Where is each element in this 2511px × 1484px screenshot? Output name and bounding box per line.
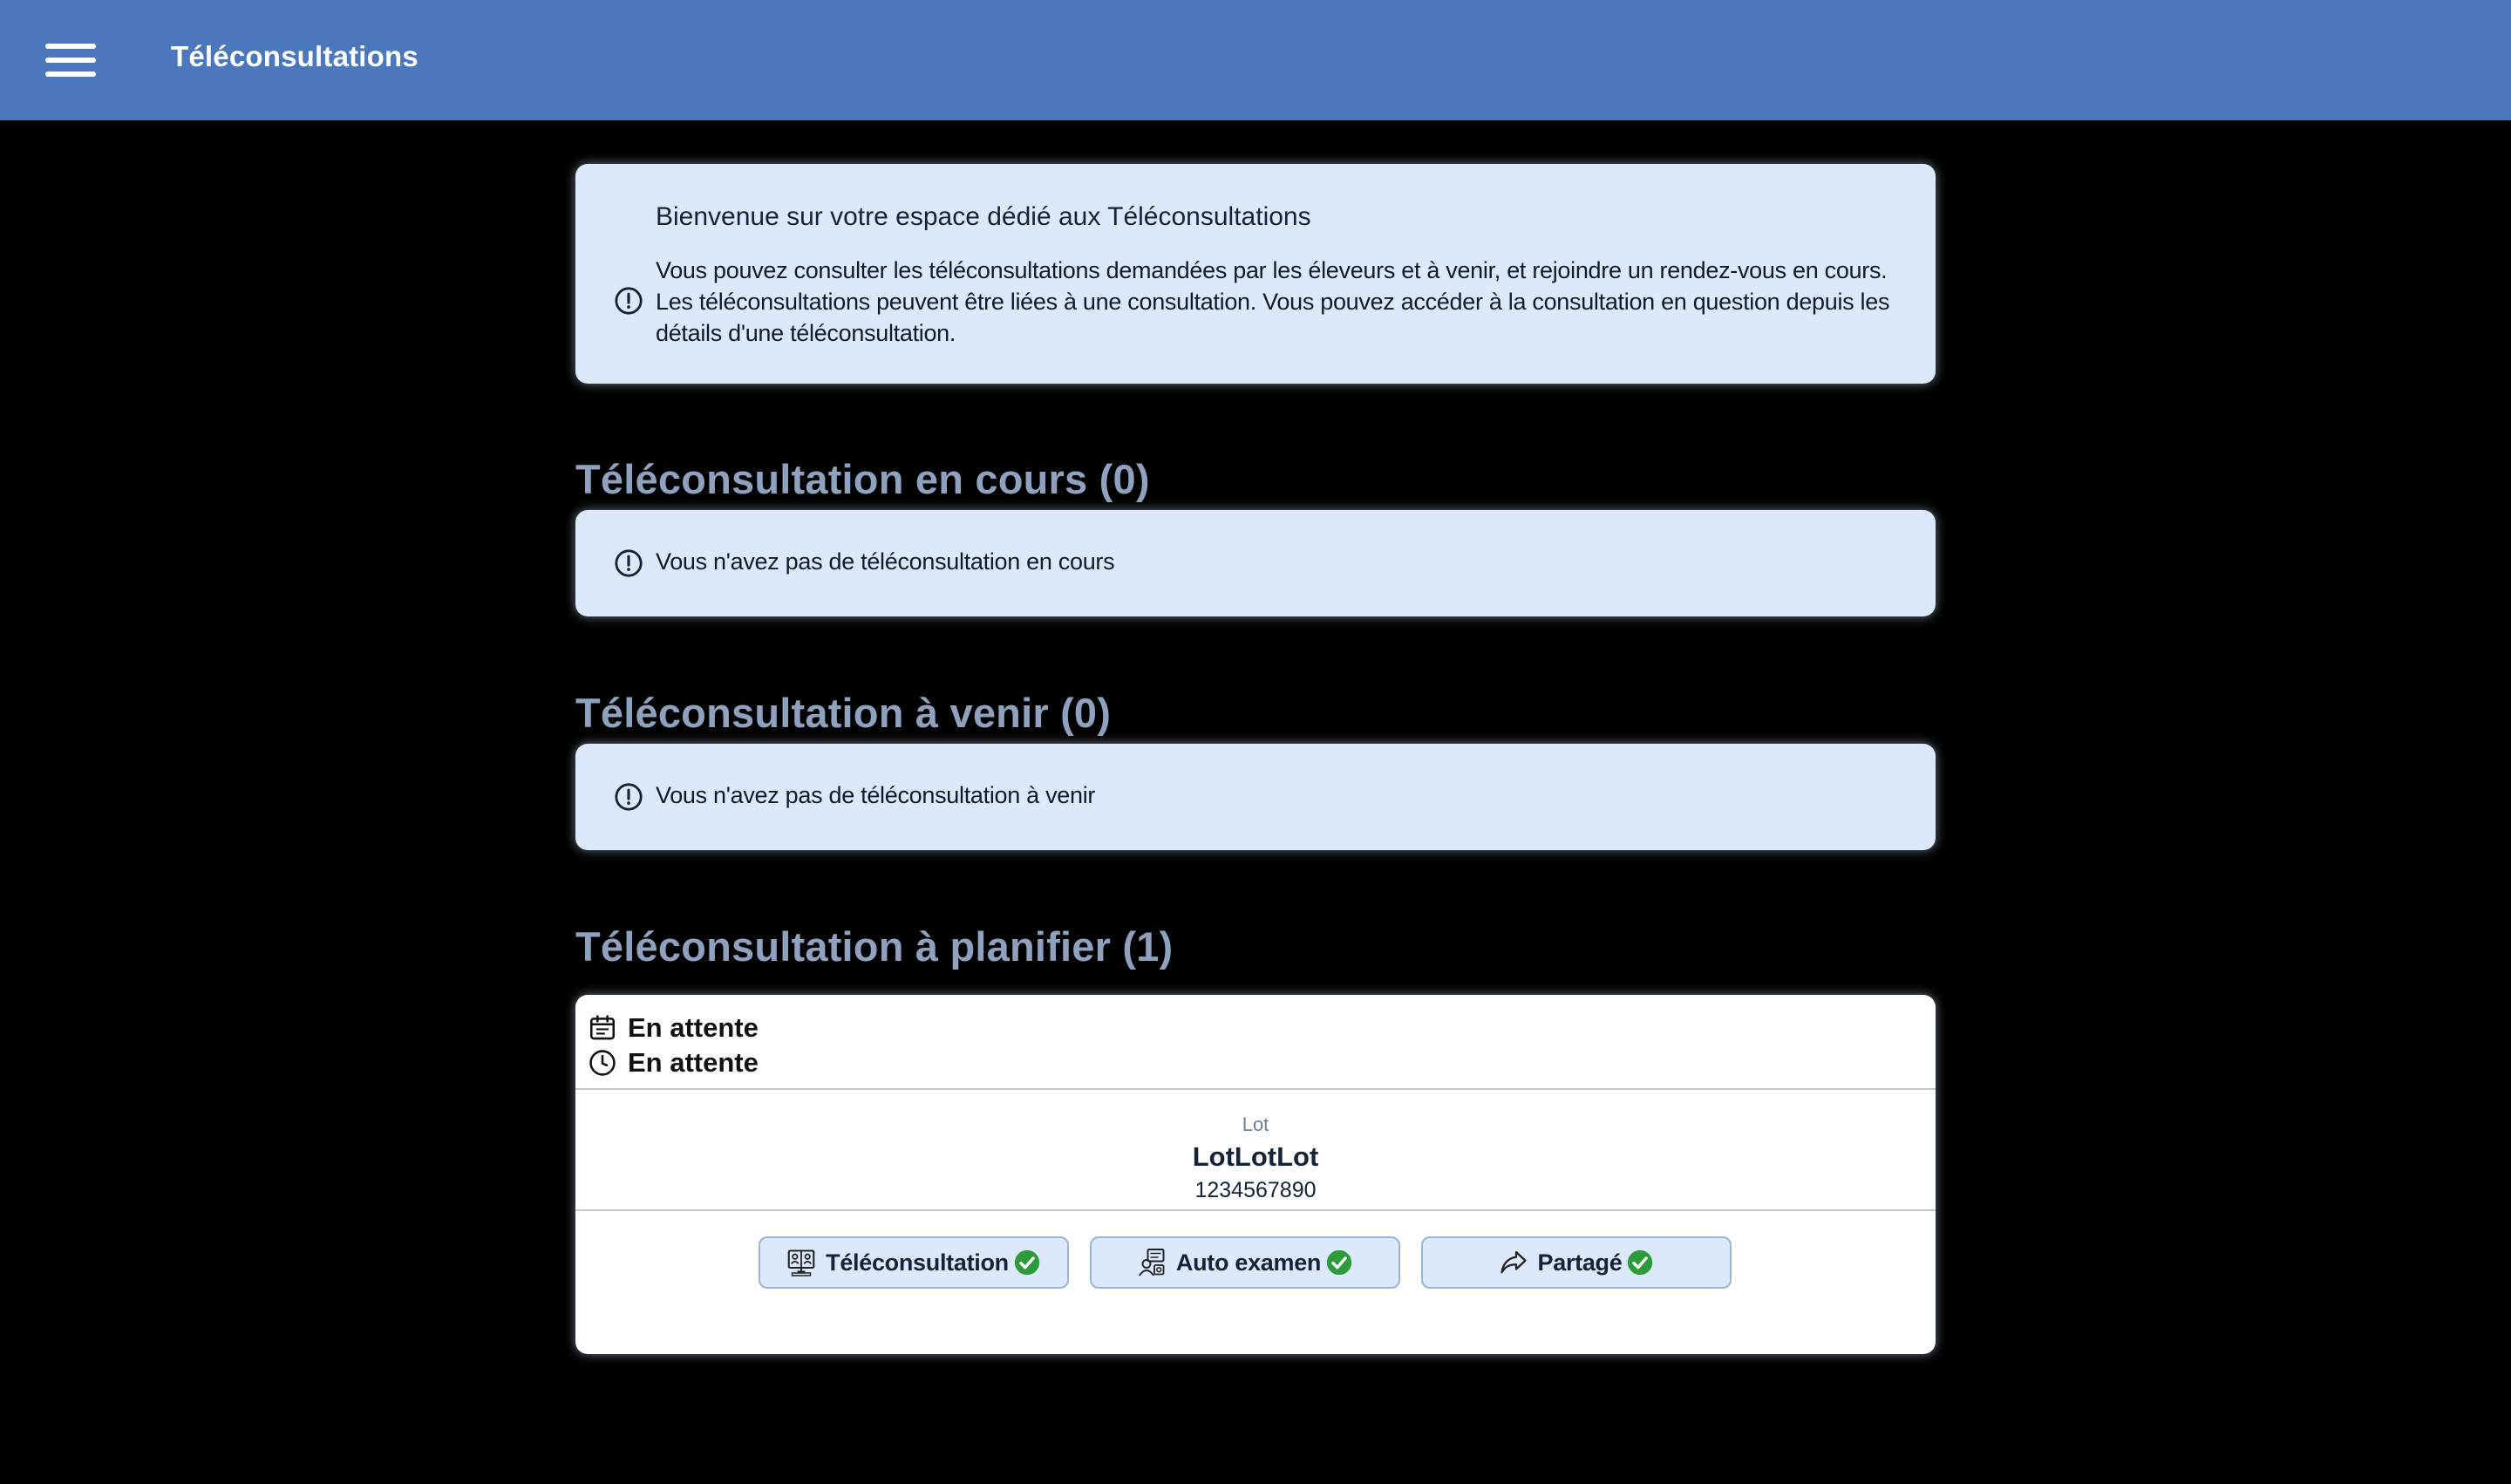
top-app-bar: Téléconsultations bbox=[0, 0, 2511, 120]
empty-ongoing-alert: Vous n'avez pas de téléconsultation en c… bbox=[575, 510, 1936, 616]
app-title: Téléconsultations bbox=[171, 40, 418, 72]
video-consult-icon bbox=[787, 1249, 815, 1276]
shared-label: Partagé bbox=[1537, 1249, 1623, 1276]
empty-upcoming-text: Vous n'avez pas de téléconsultation à ve… bbox=[656, 782, 1096, 808]
main-content: Bienvenue sur votre espace dédié aux Tél… bbox=[575, 164, 1936, 1354]
section-title-upcoming: Téléconsultation à venir (0) bbox=[575, 690, 1112, 736]
info-circle-icon bbox=[615, 287, 643, 315]
teleconsultation-card[interactable]: En attente En attente Lot LotLotLot 1234… bbox=[575, 995, 1936, 1354]
divider bbox=[575, 1209, 1936, 1211]
section-title-to-plan: Téléconsultation à planifier (1) bbox=[575, 923, 1174, 970]
clock-icon bbox=[589, 1050, 616, 1076]
auto-exam-label: Auto examen bbox=[1175, 1249, 1322, 1276]
divider bbox=[575, 1088, 1936, 1090]
welcome-text: Vous pouvez consulter les téléconsultati… bbox=[656, 257, 1890, 346]
lot-id: 1234567890 bbox=[1194, 1178, 1317, 1202]
lot-name: LotLotLot bbox=[1192, 1141, 1319, 1172]
info-circle-icon bbox=[615, 783, 643, 811]
welcome-title: Bienvenue sur votre espace dédié aux Tél… bbox=[656, 202, 1311, 231]
empty-upcoming-alert: Vous n'avez pas de téléconsultation à ve… bbox=[575, 744, 1936, 850]
empty-ongoing-text: Vous n'avez pas de téléconsultation en c… bbox=[656, 548, 1115, 575]
time-status: En attente bbox=[628, 1047, 759, 1078]
teleconsultation-label: Téléconsultation bbox=[826, 1249, 1009, 1276]
self-exam-icon bbox=[1138, 1249, 1165, 1276]
lot-label: Lot bbox=[1242, 1113, 1269, 1135]
date-status: En attente bbox=[628, 1012, 759, 1043]
check-circle-icon bbox=[1326, 1249, 1352, 1276]
check-circle-icon bbox=[1628, 1249, 1653, 1276]
calendar-icon bbox=[589, 1015, 616, 1040]
share-icon bbox=[1500, 1250, 1527, 1274]
check-circle-icon bbox=[1014, 1249, 1040, 1276]
date-status-row: En attente bbox=[588, 1011, 759, 1045]
section-title-ongoing: Téléconsultation en cours (0) bbox=[575, 456, 1150, 502]
auto-exam-button[interactable]: Auto examen bbox=[1090, 1236, 1400, 1289]
welcome-banner: Bienvenue sur votre espace dédié aux Tél… bbox=[575, 164, 1936, 384]
shared-button[interactable]: Partagé bbox=[1421, 1236, 1732, 1289]
time-status-row: En attente bbox=[588, 1045, 759, 1080]
info-circle-icon bbox=[615, 549, 643, 577]
hamburger-menu-icon[interactable] bbox=[38, 38, 99, 82]
teleconsultation-button[interactable]: Téléconsultation bbox=[759, 1236, 1069, 1289]
